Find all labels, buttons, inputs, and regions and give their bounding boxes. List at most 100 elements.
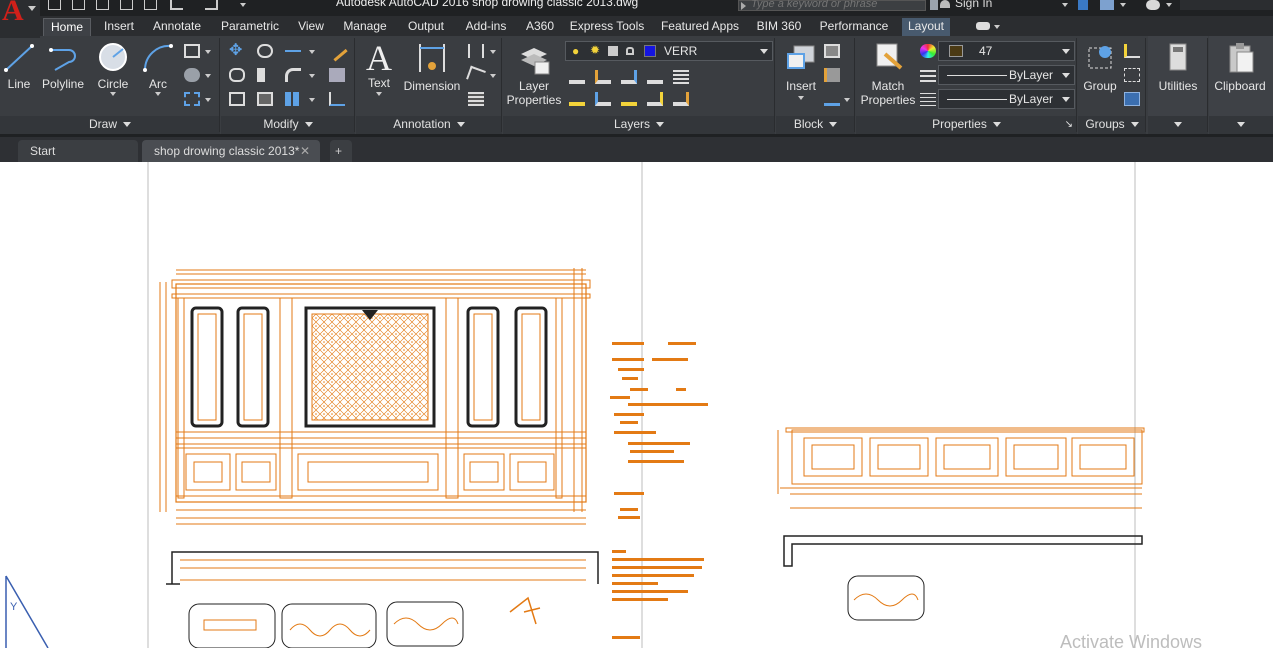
tab-featured-apps[interactable]: Featured Apps [656,18,744,36]
viewport-freeze-icon[interactable] [608,46,618,56]
tab-layout[interactable]: Layout [902,18,950,36]
mirror-icon[interactable] [257,68,273,82]
circle-tool[interactable]: Circle [92,40,134,96]
sun-icon[interactable]: ✹ [590,43,600,57]
properties-panel-label[interactable]: Properties ↘ [856,116,1077,134]
rotate-icon[interactable] [257,44,273,58]
properties-dialog-launcher-icon[interactable]: ↘ [1065,116,1073,133]
help-dropdown-icon[interactable] [1166,3,1172,7]
layer-tool-4-icon[interactable] [647,70,663,84]
properties-expand-icon[interactable] [992,122,1001,128]
group-edit-icon[interactable] [1124,68,1140,82]
ungroup-icon[interactable] [1124,44,1140,58]
draw-panel-label[interactable]: Draw [0,116,220,134]
edit-block-icon[interactable] [824,68,840,82]
tab-bim-360[interactable]: BIM 360 [754,18,804,36]
create-block-icon[interactable] [824,44,840,58]
group-tool[interactable]: Group [1080,40,1120,93]
a360-dropdown-icon[interactable] [1120,3,1126,7]
lightbulb-icon[interactable]: ● [572,44,579,58]
layer-tool-7-icon[interactable] [595,92,611,106]
array-icon[interactable] [285,92,301,106]
close-tab-icon[interactable]: ✕ [300,140,310,162]
move-icon[interactable]: ✥ [229,43,245,59]
tab-annotate[interactable]: Annotate [148,18,206,36]
tab-add-ins[interactable]: Add-ins [460,18,512,36]
linetype-dropdown[interactable]: ByLayer [938,65,1075,85]
ribbon-display-toggle-icon[interactable] [976,22,990,30]
new-tab-button[interactable]: + [330,140,352,162]
group-selection-icon[interactable] [1124,92,1140,106]
fillet-dropdown-icon[interactable] [309,74,315,78]
modify-expand-icon[interactable] [304,122,313,128]
tab-view[interactable]: View [294,18,328,36]
file-tab-start[interactable]: Start [18,140,138,162]
quick-access-menu-icon[interactable] [240,3,246,7]
layer-tool-3-icon[interactable] [621,70,637,84]
utilities-tool[interactable]: Utilities [1150,40,1206,93]
annotation-panel-label[interactable]: Annotation [356,116,502,134]
save-as-icon[interactable] [120,0,133,10]
minimize-button[interactable] [1180,0,1273,10]
tab-a360[interactable]: A360 [522,18,558,36]
boundary-icon[interactable] [184,92,200,106]
sign-in-link[interactable]: Sign In [955,0,992,10]
plot-icon[interactable] [144,0,157,10]
insert-dropdown-icon[interactable] [798,96,804,100]
sign-in-dropdown-icon[interactable] [1062,3,1068,7]
tab-performance[interactable]: Performance [814,18,894,36]
block-panel-label[interactable]: Block [776,116,855,134]
groups-panel-label[interactable]: Groups [1078,116,1146,134]
color-dropdown[interactable]: 47 [938,41,1075,61]
stretch-icon[interactable] [229,92,245,106]
redo-icon[interactable] [205,0,218,10]
search-input[interactable] [738,0,926,11]
tab-express-tools[interactable]: Express Tools [568,18,646,36]
rectangle-dropdown-icon[interactable] [205,50,211,54]
ribbon-options-dropdown-icon[interactable] [994,25,1000,29]
search-expand-icon[interactable] [741,2,746,10]
fillet-icon[interactable] [285,68,301,82]
new-file-icon[interactable] [48,0,61,10]
boundary-dropdown-icon[interactable] [205,98,211,102]
table-icon[interactable] [468,92,484,106]
linear-dimension-icon[interactable] [468,44,484,58]
exchange-icon[interactable] [1078,0,1088,10]
layer-tool-1-icon[interactable] [569,70,585,84]
line-tool[interactable]: Line [2,40,36,91]
trim-icon[interactable] [285,50,301,52]
help-icon[interactable] [1146,0,1160,10]
arc-tool[interactable]: Arc [140,40,176,96]
tab-parametric[interactable]: Parametric [216,18,284,36]
utilities-expand[interactable] [1148,116,1208,134]
hatch-icon[interactable] [184,68,200,82]
trim-dropdown-icon[interactable] [309,50,315,54]
layer-tool-5-icon[interactable] [673,70,689,84]
layer-tool-6-icon[interactable] [569,92,585,106]
arc-dropdown-icon[interactable] [155,92,161,96]
block-attribute-icon[interactable] [824,92,840,106]
leader-icon[interactable] [466,65,486,85]
layer-tool-8-icon[interactable] [621,92,637,106]
search-field[interactable] [751,0,921,11]
dimension-tool[interactable]: Dimension [400,40,464,93]
text-dropdown-icon[interactable] [376,92,382,96]
tab-manage[interactable]: Manage [338,18,392,36]
block-expand-icon[interactable] [829,122,838,128]
binoculars-icon[interactable] [930,0,938,10]
draw-expand-icon[interactable] [123,122,131,128]
tab-insert[interactable]: Insert [98,18,140,36]
copy-icon[interactable] [229,68,245,82]
application-menu-button[interactable]: A [0,0,40,38]
hatch-dropdown-icon[interactable] [205,74,211,78]
layer-dropdown[interactable]: ● ✹ VERR [565,41,773,61]
array-dropdown-icon[interactable] [309,98,315,102]
layers-expand-icon[interactable] [656,122,665,128]
undo-icon[interactable] [170,0,183,10]
linear-dimension-dropdown-icon[interactable] [490,50,496,54]
clipboard-tool[interactable]: Clipboard [1211,40,1269,93]
lock-icon[interactable] [626,47,634,55]
layer-tool-10-icon[interactable] [673,92,689,106]
lineweight-dropdown[interactable]: ByLayer [938,89,1075,109]
insert-tool[interactable]: Insert [780,40,822,100]
